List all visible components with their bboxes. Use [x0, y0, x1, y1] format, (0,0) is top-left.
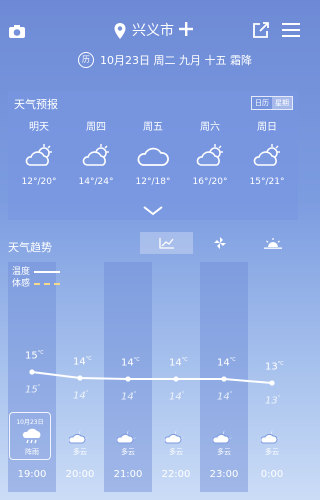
rain-cloud-icon [21, 428, 43, 444]
forecast-temp: 15°/21° [249, 177, 285, 187]
temp-point [221, 376, 227, 382]
top-bar: 兴义市 历 10月23日 周二 九月 十五 霜降 [0, 0, 306, 68]
temp-line [31, 371, 273, 384]
forecast-day[interactable]: 周六 16°/20° [181, 122, 239, 187]
trend-title: 天气趋势 [8, 241, 52, 254]
hour-time: 22:00 [161, 469, 191, 480]
hour-condition: 多云 [121, 448, 135, 456]
forecast-temp: 14°/24° [78, 177, 114, 187]
location-pin-icon [114, 23, 126, 39]
almanac-badge[interactable]: 历 [78, 52, 94, 68]
forecast-day[interactable]: 周日 15°/21° [238, 122, 296, 187]
hour-column[interactable]: 阵雨 19:00 [8, 410, 56, 480]
hour-condition: 多云 [169, 448, 183, 456]
toggle-week[interactable]: 星期 [272, 97, 292, 109]
camera-icon[interactable] [8, 22, 26, 40]
tab-line-chart[interactable] [140, 232, 194, 254]
moon-cloud-icon [164, 428, 187, 444]
temp-high-label: 14°C [73, 356, 92, 368]
forecast-day-name: 周五 [143, 122, 163, 133]
sunrise-icon [264, 238, 283, 249]
date-line: 历 10月23日 周二 九月 十五 霜降 [78, 52, 252, 68]
hour-time: 23:00 [209, 469, 239, 480]
temp-point [173, 376, 179, 382]
temp-point [125, 376, 131, 382]
temperature-line-chart [29, 369, 275, 386]
temp-feel-label: 14° [217, 391, 233, 403]
hour-condition: 多云 [265, 448, 279, 456]
temp-point [29, 369, 35, 375]
moon-cloud-icon [212, 428, 235, 444]
moon-cloud-icon [68, 428, 91, 444]
temp-feel-label: 13° [265, 395, 281, 407]
temp-high-label: 14°C [217, 357, 236, 369]
moon-cloud-icon [116, 428, 139, 444]
hour-column[interactable]: 多云 23:00 [200, 410, 248, 480]
partly-sunny-icon [250, 142, 284, 168]
add-city-icon[interactable] [177, 20, 195, 38]
temp-feel-label: 15° [25, 384, 41, 396]
temp-feel-label: 14° [121, 391, 137, 403]
view-toggle[interactable]: 日历 星期 [251, 96, 293, 110]
wind-fan-icon [213, 237, 226, 249]
forecast-day[interactable]: 周四 14°/24° [67, 122, 125, 187]
share-icon[interactable] [252, 21, 270, 39]
forecast-day[interactable]: 明天 12°/20° [10, 122, 68, 187]
forecast-day-name: 明天 [29, 122, 49, 133]
trend-tabs [140, 232, 300, 254]
temp-feel-label: 14° [73, 390, 89, 402]
partly-sunny-icon [193, 142, 227, 168]
forecast-temp: 12°/20° [21, 177, 57, 187]
line-chart-icon [159, 238, 174, 249]
date-text: 10月23日 周二 九月 十五 霜降 [100, 54, 252, 67]
forecast-temp: 12°/18° [135, 177, 171, 187]
cloud-icon [136, 142, 170, 168]
forecast-card: 天气预报 日历 星期 明天 12°/20° 周四 14°/24° 周五 12°/18° 周六… [8, 90, 298, 220]
forecast-title: 天气预报 [14, 98, 58, 111]
forecast-day[interactable]: 周五 12°/18° [124, 122, 182, 187]
forecast-day-name: 周六 [200, 122, 220, 133]
moon-cloud-icon [260, 428, 283, 444]
temp-high-label: 14°C [121, 357, 140, 369]
hour-condition: 多云 [73, 448, 87, 456]
temp-feel-label: 14° [169, 391, 185, 403]
forecast-temp: 16°/20° [192, 177, 228, 187]
partly-sunny-icon [22, 142, 56, 168]
menu-icon[interactable] [282, 22, 300, 38]
chevron-down-icon[interactable] [142, 206, 164, 216]
hour-time: 19:00 [17, 469, 47, 480]
hour-condition: 多云 [217, 448, 231, 456]
hour-column[interactable]: 多云 0:00 [248, 410, 296, 480]
temp-high-label: 13°C [265, 361, 284, 373]
hour-column[interactable]: 多云 20:00 [56, 410, 104, 480]
hour-time: 0:00 [260, 469, 284, 480]
toggle-calendar[interactable]: 日历 [252, 97, 272, 109]
temp-point [77, 375, 83, 381]
hour-condition: 阵雨 [25, 448, 39, 456]
tab-wind[interactable] [193, 232, 246, 254]
forecast-day-name: 周四 [86, 122, 106, 133]
hour-column[interactable]: 多云 22:00 [152, 410, 200, 480]
forecast-day-name: 周日 [257, 122, 277, 133]
temp-high-label: 15°C [25, 350, 44, 362]
tab-sunrise[interactable] [247, 232, 300, 254]
temp-high-label: 14°C [169, 357, 188, 369]
temp-point [269, 380, 275, 386]
partly-sunny-icon [79, 142, 113, 168]
city-name[interactable]: 兴义市 [132, 22, 174, 40]
hour-time: 21:00 [113, 469, 143, 480]
hour-time: 20:00 [65, 469, 95, 480]
hour-column[interactable]: 多云 21:00 [104, 410, 152, 480]
